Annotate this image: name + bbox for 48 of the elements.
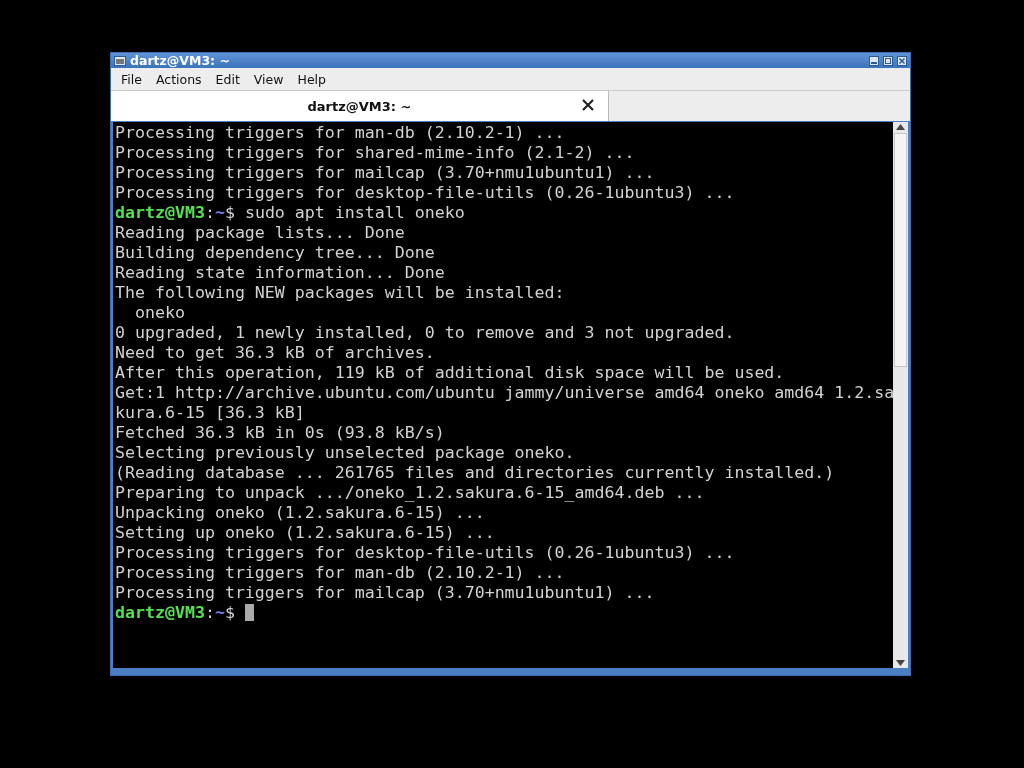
prompt-separator: :	[204, 203, 215, 222]
prompt-path: ~	[214, 203, 225, 222]
output-line: Building dependency tree... Done	[115, 243, 435, 262]
tab[interactable]: dartz@VM3: ~	[111, 91, 609, 121]
menu-item[interactable]: Actions	[148, 71, 209, 87]
prompt-path: ~	[214, 603, 225, 622]
output-line: Processing triggers for mailcap (3.70+nmu1ubuntu1) ...	[115, 583, 655, 602]
maximize-icon[interactable]	[883, 55, 893, 66]
menu-item[interactable]: File	[114, 71, 149, 87]
output-line: Processing triggers for man-db (2.10.2-1) ...	[115, 563, 565, 582]
terminal-window-icon	[114, 55, 126, 66]
output-line: Processing triggers for mailcap (3.70+nmu1ubuntu1) ...	[115, 163, 655, 182]
output-line: Fetched 36.3 kB in 0s (93.8 kB/s)	[115, 423, 445, 442]
scrollbar[interactable]	[893, 122, 908, 668]
window-title: dartz@VM3: ~	[130, 53, 231, 68]
close-icon[interactable]	[897, 55, 907, 66]
output-line: After this operation, 119 kB of additional disk space will be used.	[115, 363, 785, 382]
scroll-down-icon[interactable]	[896, 660, 905, 666]
tab-label: dartz@VM3: ~	[307, 98, 412, 114]
output-line: Setting up oneko (1.2.sakura.6-15) ...	[115, 523, 495, 542]
output-line: Processing triggers for desktop-file-utils (0.26-1ubuntu3) ...	[115, 183, 735, 202]
output-line: Preparing to unpack .../oneko_1.2.sakura.6-15_amd64.deb ...	[115, 483, 705, 502]
output-line: Processing triggers for desktop-file-utils (0.26-1ubuntu3) ...	[115, 543, 735, 562]
command-text: $	[224, 603, 235, 622]
output-line: Need to get 36.3 kB of archives.	[115, 343, 435, 362]
scrollbar-thumb[interactable]	[894, 133, 907, 367]
menu-item[interactable]: Edit	[208, 71, 247, 87]
output-line: Reading state information... Done	[115, 263, 445, 282]
output-line: kura.6-15 [36.3 kB]	[115, 403, 305, 422]
minimize-icon[interactable]	[869, 55, 879, 66]
output-line: Unpacking oneko (1.2.sakura.6-15) ...	[115, 503, 485, 522]
scroll-up-icon[interactable]	[896, 124, 905, 130]
menu-item[interactable]: Help	[290, 71, 333, 87]
output-line: Processing triggers for man-db (2.10.2-1) ...	[115, 123, 565, 142]
prompt-separator: :	[204, 603, 215, 622]
output-line: Reading package lists... Done	[115, 223, 405, 242]
output-line: Selecting previously unselected package oneko.	[115, 443, 575, 462]
output-line: oneko	[133, 303, 185, 322]
output-line: (Reading database ... 261765 files and directories currently installed.)	[115, 463, 835, 482]
output-line: Get:1 http://archive.ubuntu.com/ubuntu jammy/universe amd64 oneko amd64 1.2.sa	[115, 383, 893, 402]
command-text: $ sudo apt install oneko	[224, 203, 465, 222]
output-line: The following NEW packages will be installed:	[115, 283, 565, 302]
output-line: 0 upgraded, 1 newly installed, 0 to remove and 3 not upgraded.	[115, 323, 735, 342]
close-tab-icon[interactable]	[582, 99, 594, 111]
prompt-user-host: dartz@VM3	[115, 203, 205, 222]
prompt-user-host: dartz@VM3	[115, 603, 205, 622]
output-line: Processing triggers for shared-mime-info (2.1-2) ...	[115, 143, 635, 162]
menu-item[interactable]: View	[246, 71, 291, 87]
